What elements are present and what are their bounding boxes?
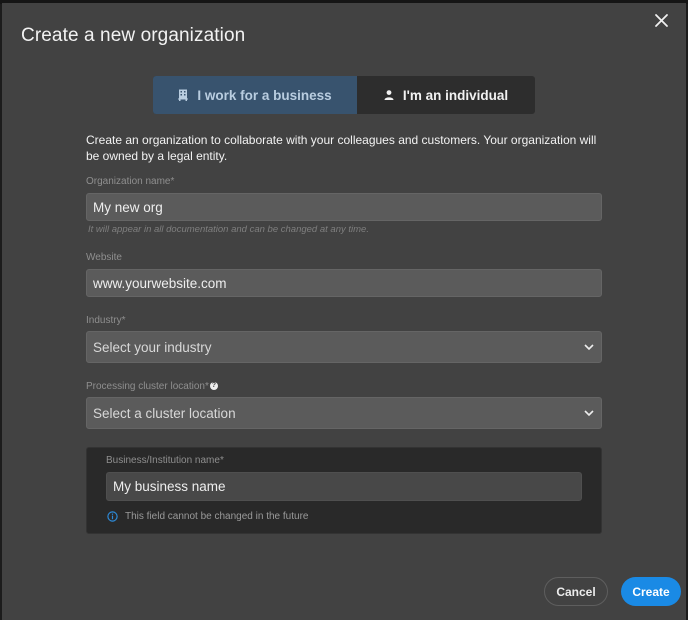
website-label: Website [86, 252, 122, 263]
individual-option[interactable]: I'm an individual [357, 76, 535, 114]
close-icon [655, 14, 668, 27]
business-name-label: Business/Institution name* [106, 455, 224, 466]
organization-name-label: Organization name* [86, 176, 175, 187]
building-icon [178, 89, 189, 101]
dialog-description: Create an organization to collaborate wi… [86, 133, 597, 163]
chevron-down-icon [584, 344, 594, 351]
chevron-down-icon [584, 410, 594, 417]
organization-name-value: My new org [93, 199, 163, 215]
website-input[interactable]: www.yourwebsite.com [86, 269, 602, 297]
business-name-info: This field cannot be changed in the futu… [107, 511, 308, 522]
industry-placeholder: Select your industry [93, 339, 212, 355]
cluster-location-label-row: Processing cluster location*? [86, 381, 218, 392]
individual-option-label: I'm an individual [402, 87, 509, 103]
info-icon [107, 511, 118, 522]
industry-label: Industry* [86, 315, 126, 326]
website-value: www.yourwebsite.com [93, 275, 227, 291]
person-icon [384, 90, 394, 100]
business-details-panel: Business/Institution name* My business n… [86, 447, 602, 534]
business-name-input[interactable]: My business name [106, 472, 582, 501]
business-name-info-text: This field cannot be changed in the futu… [125, 511, 309, 522]
business-name-value: My business name [113, 479, 226, 494]
business-option[interactable]: I work for a business [153, 76, 357, 114]
close-button[interactable] [652, 11, 672, 31]
cluster-location-label: Processing cluster location* [86, 381, 209, 392]
create-button[interactable]: Create [621, 577, 681, 606]
account-type-toggle: I work for a business I'm an individual [153, 76, 535, 114]
cancel-button[interactable]: Cancel [544, 577, 608, 606]
cluster-location-select[interactable]: Select a cluster location [86, 397, 602, 429]
question-icon[interactable]: ? [209, 382, 218, 391]
create-organization-dialog: Create a new organization I work for a b… [2, 3, 686, 620]
organization-name-input[interactable]: My new org [86, 193, 602, 221]
organization-name-hint: It will appear in all documentation and … [88, 224, 369, 235]
business-option-label: I work for a business [197, 87, 332, 103]
industry-select[interactable]: Select your industry [86, 331, 602, 363]
dialog-title: Create a new organization [21, 25, 246, 46]
cluster-location-placeholder: Select a cluster location [93, 405, 236, 421]
